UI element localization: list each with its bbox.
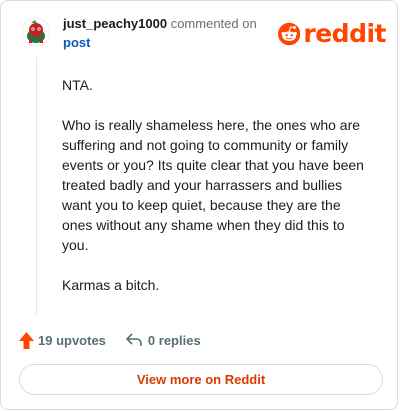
comment-paragraph: Who is really shameless here, the ones w… bbox=[62, 117, 364, 253]
reply-count: 0 replies bbox=[147, 332, 201, 348]
reply-arrow-icon bbox=[126, 333, 142, 346]
upvote-arrow-icon bbox=[19, 331, 34, 349]
upvote-button[interactable]: 19 upvotes bbox=[19, 331, 106, 349]
reddit-snoo-icon bbox=[278, 22, 301, 46]
comment-actions: 19 upvotes 0 replies bbox=[19, 329, 201, 351]
upvote-count: 19 upvotes bbox=[38, 332, 106, 348]
comment-body: NTA. Who is really shameless here, the o… bbox=[62, 75, 374, 315]
comment-author-line: just_peachy1000 commented on bbox=[63, 15, 257, 33]
comment-paragraph: Karmas a bitch. bbox=[62, 277, 160, 293]
comment-paragraph: NTA. bbox=[62, 77, 93, 93]
replies-button[interactable]: 0 replies bbox=[126, 333, 201, 348]
user-avatar[interactable] bbox=[21, 17, 51, 47]
thread-line bbox=[36, 57, 37, 315]
comment-action-text: commented on bbox=[170, 16, 257, 31]
view-more-button[interactable]: View more on Reddit bbox=[19, 364, 383, 395]
reddit-comment-embed: just_peachy1000 commented on post reddit… bbox=[0, 0, 398, 410]
post-link[interactable]: post bbox=[63, 34, 90, 52]
reddit-wordmark: reddit bbox=[303, 19, 386, 48]
username-link[interactable]: just_peachy1000 bbox=[63, 16, 167, 31]
reddit-logo[interactable]: reddit bbox=[278, 19, 386, 49]
